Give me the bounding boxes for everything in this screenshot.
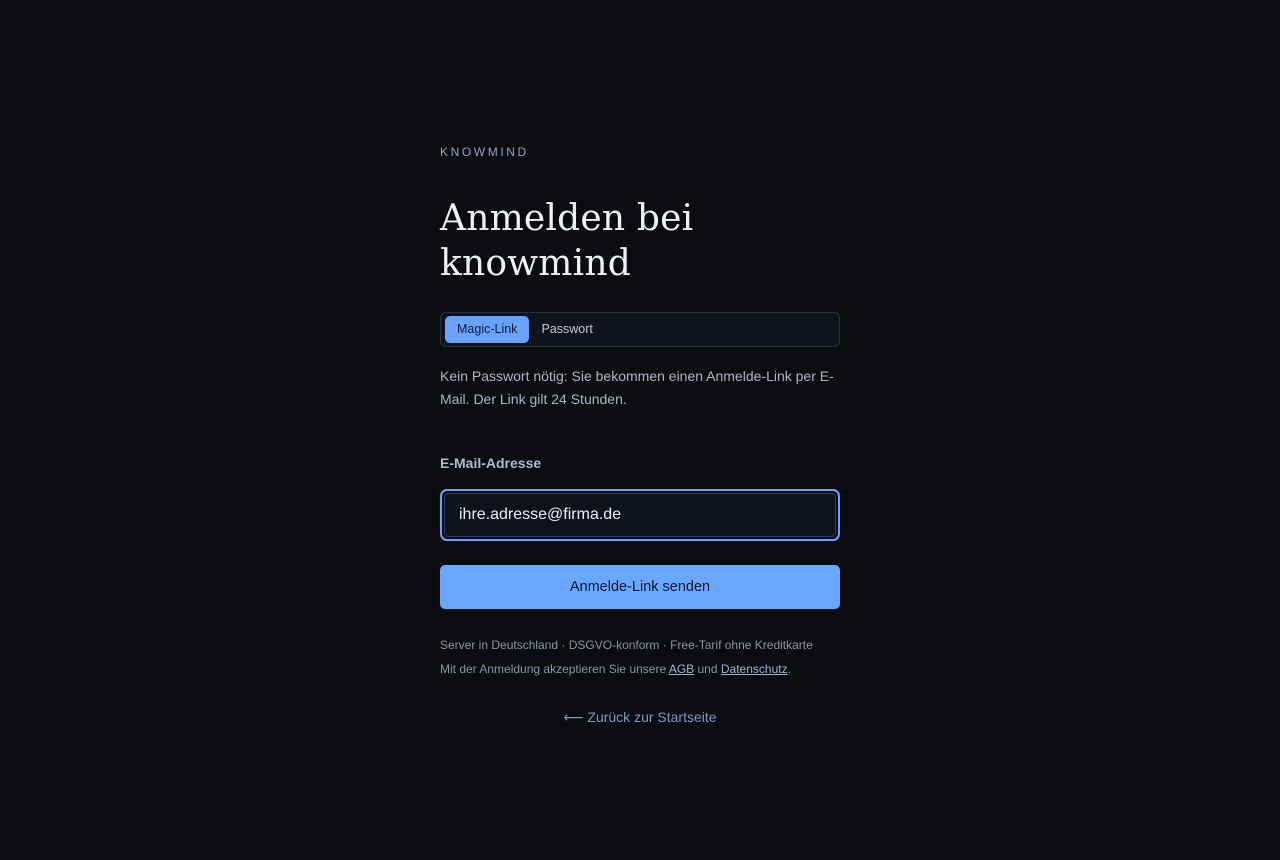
agb-link[interactable]: AGB [669, 662, 694, 676]
page-title-line-2: knowmind [440, 243, 631, 284]
login-card: KNOWMIND Anmelden bei knowmind Magic-Lin… [440, 144, 840, 727]
tab-password[interactable]: Passwort [529, 316, 604, 343]
brand-wordmark: KNOWMIND [440, 145, 529, 159]
email-field-focus-ring [440, 489, 840, 541]
terms-line: Mit der Anmeldung akzeptieren Sie unsere… [440, 657, 840, 681]
email-label: E-Mail-Adresse [440, 455, 542, 471]
email-field[interactable] [444, 493, 836, 537]
terms-joiner: und [697, 662, 718, 676]
terms-prefix: Mit der Anmeldung akzeptieren Sie unsere [440, 662, 667, 676]
privacy-link[interactable]: Datenschutz [721, 662, 788, 676]
legal-footer: Server in Deutschland · DSGVO-konform · … [440, 633, 840, 681]
send-magic-link-button[interactable]: Anmelde-Link senden [440, 565, 840, 609]
trust-line: Server in Deutschland · DSGVO-konform · … [440, 638, 813, 652]
page-title-line-1: Anmelden bei [440, 198, 694, 239]
method-description: Kein Passwort nötig: Sie bekommen einen … [440, 368, 834, 407]
tab-magic-link[interactable]: Magic-Link [445, 316, 530, 343]
page-title: Anmelden bei knowmind [440, 196, 840, 286]
back-to-home-link[interactable]: ⟵ Zurück zur Startseite [440, 707, 840, 727]
terms-suffix: . [787, 662, 791, 676]
login-method-tabs: Magic-Link Passwort [440, 312, 840, 347]
